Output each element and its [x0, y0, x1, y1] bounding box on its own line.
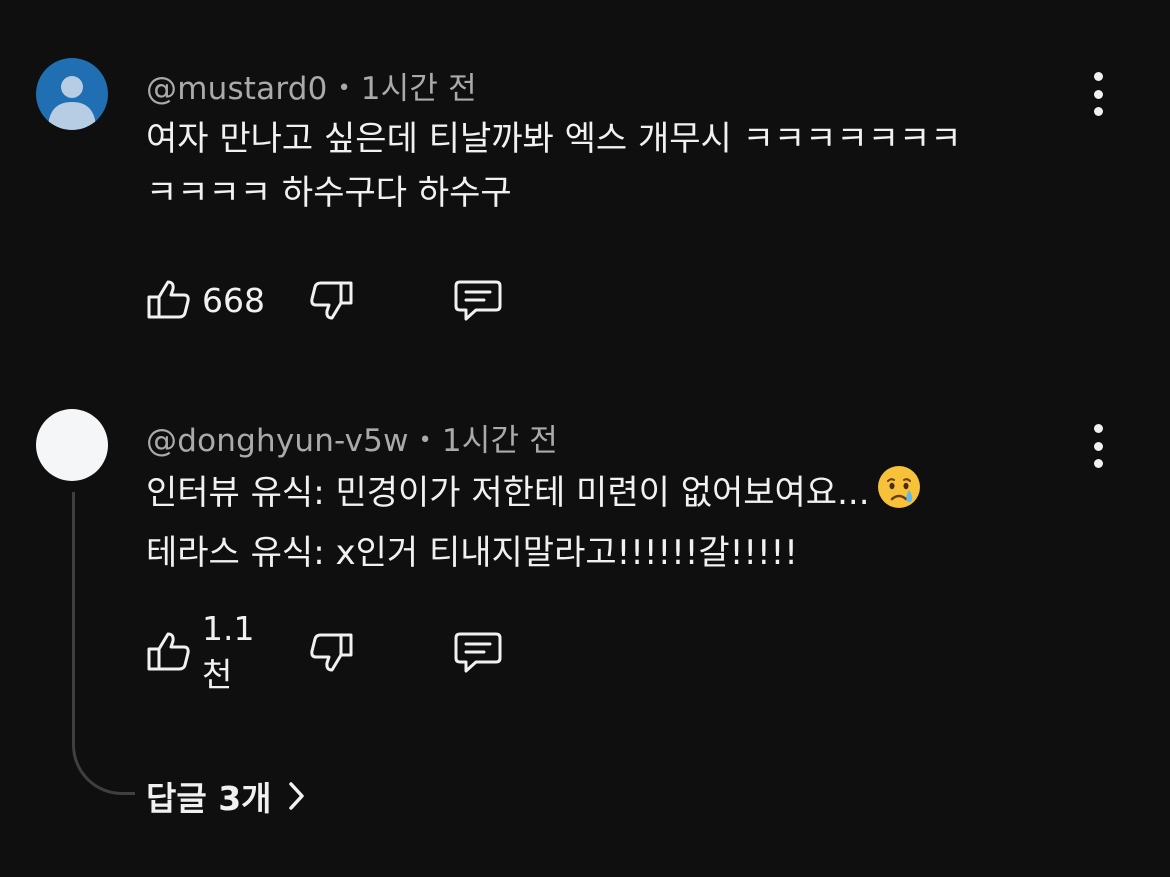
- more-vert-icon[interactable]: [1086, 72, 1110, 116]
- comment-actions: 668: [144, 272, 504, 328]
- kebab-dot: [1093, 441, 1103, 451]
- view-replies-button[interactable]: 답글 3개: [146, 772, 306, 820]
- comment-time: 1시간 전: [441, 423, 558, 459]
- comment-text-line: ㅋㅋㅋㅋ 하수구다 하수구: [146, 173, 512, 213]
- chevron-right-icon: [288, 782, 304, 810]
- like-button[interactable]: 1.1천: [144, 609, 272, 696]
- comment-text-line: 테라스 유식: x인거 티내지말라고!!!!!!갈!!!!!: [146, 533, 798, 573]
- dislike-button[interactable]: [308, 628, 356, 676]
- thumbs-up-icon: [147, 632, 190, 671]
- replies-label: 답글 3개: [146, 779, 272, 818]
- comment-actions: 1.1천: [144, 609, 504, 694]
- comment-item: @mustard0 • 1시간 전 여자 만나고 싶은데 티날까봐 엑스 개무시 ㅋ…: [0, 0, 1170, 380]
- comment-text-segment: 인터뷰 유식: 민경이가 저한테 미련이 없어보여요...: [146, 473, 870, 513]
- thumbs-up-icon: [147, 280, 190, 319]
- comments-page: @mustard0 • 1시간 전 여자 만나고 싶은데 티날까봐 엑스 개무시 ㅋ…: [0, 0, 1170, 877]
- avatar[interactable]: [36, 409, 108, 481]
- more-vert-icon[interactable]: [1086, 424, 1110, 468]
- dislike-button[interactable]: [308, 276, 356, 324]
- kebab-dot: [1093, 72, 1103, 81]
- like-button[interactable]: 668: [144, 276, 272, 324]
- comment-author[interactable]: @donghyun-v5w: [146, 423, 409, 459]
- comment-text-line: 여자 만나고 싶은데 티날까봐 엑스 개무시 ㅋㅋㅋㅋㅋㅋㅋ: [146, 119, 962, 159]
- reply-button[interactable]: [452, 276, 504, 324]
- comment-item: @donghyun-v5w • 1시간 전 인터뷰 유식: 민경이가 저한테 미련이…: [0, 380, 1170, 877]
- comment-meta: @donghyun-v5w • 1시간 전: [146, 415, 558, 460]
- comment-text: 인터뷰 유식: 민경이가 저한테 미련이 없어보여요... 테라스 유식: x인…: [146, 464, 1106, 580]
- comment-time: 1시간 전: [360, 71, 477, 107]
- comment-meta: @mustard0 • 1시간 전: [146, 63, 477, 108]
- reply-icon: [454, 280, 502, 321]
- like-count: 1.1천: [202, 608, 255, 694]
- reply-icon: [454, 632, 502, 673]
- thread-connector-line: [72, 492, 135, 795]
- meta-separator: •: [337, 76, 351, 101]
- thumbs-down-icon: [310, 281, 353, 320]
- reply-button[interactable]: [452, 628, 504, 676]
- kebab-dot: [1093, 459, 1103, 468]
- crying-face-icon: [876, 464, 922, 526]
- kebab-dot: [1093, 424, 1103, 433]
- comment-text: 여자 만나고 싶은데 티날까봐 엑스 개무시 ㅋㅋㅋㅋㅋㅋㅋ ㅋㅋㅋㅋ 하수구다…: [146, 112, 1106, 220]
- avatar[interactable]: [36, 58, 108, 130]
- comment-author[interactable]: @mustard0: [146, 71, 328, 107]
- meta-separator: •: [418, 428, 432, 453]
- default-avatar-icon: [48, 76, 96, 130]
- thumbs-down-icon: [310, 633, 353, 672]
- kebab-dot: [1093, 107, 1103, 116]
- like-count: 668: [202, 280, 265, 320]
- comment-text-line: 인터뷰 유식: 민경이가 저한테 미련이 없어보여요...: [146, 464, 1106, 526]
- kebab-dot: [1093, 89, 1103, 99]
